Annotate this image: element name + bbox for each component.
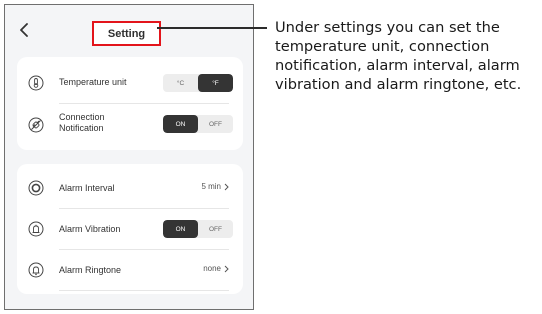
thermometer-icon — [28, 75, 44, 91]
settings-card-alarm: Alarm Interval 5 min Alarm Vibration ON … — [17, 164, 243, 294]
alarm-interval-label: Alarm Interval — [59, 183, 115, 193]
temperature-unit-label: Temperature unit — [59, 77, 127, 87]
connection-notification-label-line2: Notification — [59, 123, 104, 133]
temperature-unit-toggle[interactable]: °C °F — [163, 74, 233, 92]
vibration-icon — [28, 221, 44, 237]
app-screen: Setting Temperature unit °C °F Connectio… — [4, 4, 254, 310]
alarm-ringtone-value: none — [203, 264, 221, 273]
row-alarm-ringtone[interactable]: Alarm Ringtone none — [17, 250, 243, 290]
celsius-option[interactable]: °C — [163, 74, 198, 92]
connection-notification-label: Connection Notification — [59, 112, 105, 134]
bell-icon — [28, 262, 44, 278]
alarm-ringtone-label: Alarm Ringtone — [59, 265, 122, 275]
chevron-right-icon — [224, 183, 229, 190]
vibration-off-option[interactable]: OFF — [198, 220, 233, 238]
connection-notification-toggle[interactable]: ON OFF — [163, 115, 233, 133]
back-button[interactable] — [13, 19, 35, 41]
connection-off-option[interactable]: OFF — [198, 115, 233, 133]
connection-notification-label-line1: Connection — [59, 112, 105, 122]
alarm-interval-value-group: 5 min — [201, 182, 229, 191]
alarm-interval-icon — [28, 180, 44, 196]
row-alarm-interval[interactable]: Alarm Interval 5 min — [17, 168, 243, 208]
fahrenheit-option[interactable]: °F — [198, 74, 233, 92]
connection-on-option[interactable]: ON — [163, 115, 198, 133]
alarm-ringtone-value-group: none — [203, 264, 229, 273]
page-title-highlight: Setting — [92, 21, 161, 46]
row-connection-notification: Connection Notification ON OFF — [17, 104, 243, 144]
row-temperature-unit: Temperature unit °C °F — [17, 63, 243, 103]
annotation-text: Under settings you can set the temperatu… — [275, 19, 522, 93]
connection-off-icon — [28, 117, 44, 133]
settings-card-general: Temperature unit °C °F Connection Notifi… — [17, 57, 243, 150]
alarm-vibration-label: Alarm Vibration — [59, 224, 121, 234]
page-title: Setting — [107, 27, 146, 40]
alarm-interval-value: 5 min — [201, 182, 221, 191]
divider — [59, 290, 229, 291]
row-alarm-vibration: Alarm Vibration ON OFF — [17, 209, 243, 249]
chevron-left-icon — [20, 23, 28, 37]
callout-line — [157, 27, 267, 29]
chevron-right-icon — [224, 265, 229, 272]
vibration-on-option[interactable]: ON — [163, 220, 198, 238]
alarm-vibration-toggle[interactable]: ON OFF — [163, 220, 233, 238]
